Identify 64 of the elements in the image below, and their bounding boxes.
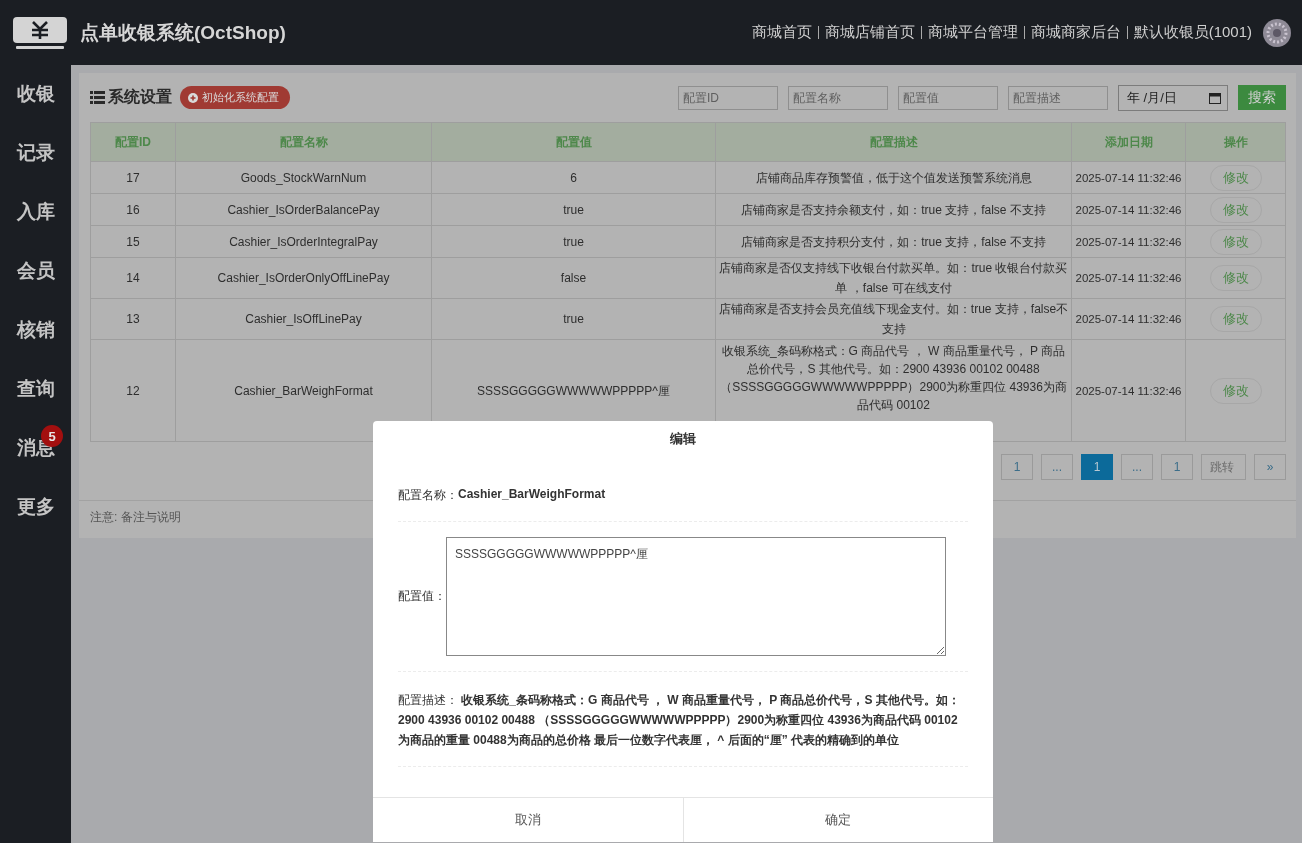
column-header: 配置ID bbox=[90, 122, 176, 162]
logo-icon bbox=[12, 15, 68, 50]
sidebar-item[interactable]: 核销 bbox=[0, 307, 71, 366]
filter-field[interactable]: 配置描述 bbox=[1008, 85, 1108, 110]
table-cell: 店铺商品库存预警值，低于这个值发送预警系统消息 bbox=[715, 161, 1072, 194]
table-cell: true bbox=[431, 298, 716, 340]
avatar-icon[interactable] bbox=[1262, 17, 1292, 48]
plus-circle-icon bbox=[188, 92, 198, 103]
table-cell: Goods_StockWarnNum bbox=[175, 161, 432, 194]
filter-field[interactable]: 配置名称 bbox=[788, 85, 888, 110]
column-header: 配置值 bbox=[431, 122, 716, 162]
init-config-button[interactable]: 初始化系统配置 bbox=[180, 86, 290, 109]
table-cell: 2025-07-14 11:32:46 bbox=[1071, 193, 1186, 226]
filter-field[interactable]: 配置值 bbox=[898, 85, 998, 110]
table-cell: 17 bbox=[90, 161, 176, 194]
dialog-button[interactable]: 确定 bbox=[682, 798, 993, 842]
sidebar-item[interactable]: 会员 bbox=[0, 248, 71, 307]
table-cell: 14 bbox=[90, 257, 176, 299]
table-cell: Cashier_IsOrderIntegralPay bbox=[175, 225, 432, 258]
table-cell: false bbox=[431, 257, 716, 299]
column-header: 配置名称 bbox=[175, 122, 432, 162]
table-cell: 店铺商家是否支持余额支付，如：true 支持，false 不支持 bbox=[715, 193, 1072, 226]
value-field[interactable]: SSSSGGGGGWWWWWPPPPP^厘 bbox=[446, 537, 946, 656]
list-icon bbox=[90, 91, 105, 104]
column-header: 配置描述 bbox=[715, 122, 1072, 162]
table-cell: 2025-07-14 11:32:46 bbox=[1071, 225, 1186, 258]
panel-title: 系统设置 bbox=[108, 87, 172, 107]
table-cell: 店铺商家是否支持会员充值线下现金支付。如：true 支持，false不支持 bbox=[715, 298, 1072, 340]
table-cell: 6 bbox=[431, 161, 716, 194]
table-cell: 2025-07-14 11:32:46 bbox=[1071, 298, 1186, 340]
sidebar-item[interactable]: 更多 bbox=[0, 484, 71, 543]
date-field[interactable]: 年 /月/日 bbox=[1118, 84, 1228, 111]
column-header: 操作 bbox=[1185, 122, 1286, 162]
field-label: 配置值： bbox=[398, 588, 446, 605]
table-cell: true bbox=[431, 193, 716, 226]
table-cell: true bbox=[431, 225, 716, 258]
table-cell: 店铺商家是否支持积分支付，如：true 支持，false 不支持 bbox=[715, 225, 1072, 258]
table-cell: 店铺商家是否仅支持线下收银台付款买单。如：true 收银台付款买单 ，false 可在线支付 bbox=[715, 257, 1072, 299]
column-header: 添加日期 bbox=[1071, 122, 1186, 162]
nav-link[interactable]: 商城首页 bbox=[751, 23, 812, 42]
table-cell: Cashier_IsOffLinePay bbox=[175, 298, 432, 340]
page-button[interactable]: 1 bbox=[1081, 454, 1113, 480]
nav-link[interactable]: 商城平台管理 bbox=[927, 23, 1018, 42]
sidebar-item[interactable]: 记录 bbox=[0, 130, 71, 189]
app-title: 点单收银系统(OctShop) bbox=[80, 20, 287, 45]
table-cell: 2025-07-14 11:32:46 bbox=[1071, 339, 1186, 442]
config-name: Cashier_BarWeighFormat bbox=[458, 487, 606, 503]
sidebar-item[interactable]: 查询 bbox=[0, 366, 71, 425]
nav-link[interactable]: 商城商家后台 bbox=[1030, 23, 1121, 42]
sidebar-item[interactable]: 入库 bbox=[0, 189, 71, 248]
table-cell: Cashier_IsOrderBalancePay bbox=[175, 193, 432, 226]
table-cell: 12 bbox=[90, 339, 176, 442]
config-description: 配置描述： 收银系统_条码称格式：G 商品代号 ， W 商品重量代号， P 商品总价代号，S 其他代号。如：2900 43936 00102 00488 （SSSSGGGGGWWWWWPPPPP）2900为称重四位 43936为商品代码 00102为商品的重量 00488为商品的总价格 最后一位数字代表厘， ^ 后面的“厘” 代表的精确到的单位 bbox=[398, 672, 968, 767]
filter-field[interactable]: 配置ID bbox=[678, 85, 778, 110]
table-cell: 13 bbox=[90, 298, 176, 340]
calendar-icon bbox=[1209, 91, 1221, 104]
sidebar-item[interactable]: 收银 bbox=[0, 71, 71, 130]
nav-link[interactable]: 商城店铺首页 bbox=[824, 23, 915, 42]
table-cell: 15 bbox=[90, 225, 176, 258]
table-cell: 2025-07-14 11:32:46 bbox=[1071, 257, 1186, 299]
table-cell: 16 bbox=[90, 193, 176, 226]
table-cell: Cashier_IsOrderOnlyOffLinePay bbox=[175, 257, 432, 299]
nav-link[interactable]: 默认收银员(1001) bbox=[1133, 23, 1252, 42]
table-cell: 2025-07-14 11:32:46 bbox=[1071, 161, 1186, 194]
